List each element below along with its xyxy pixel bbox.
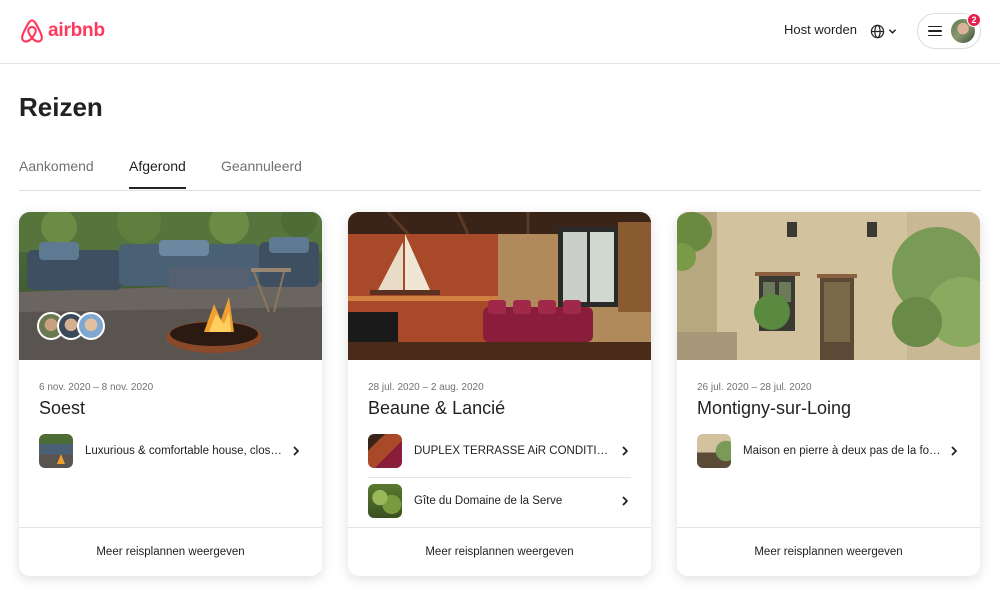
trip-dates: 6 nov. 2020 – 8 nov. 2020 — [39, 382, 154, 393]
listing-item[interactable]: Luxurious & comfortable house, close to … — [39, 434, 302, 468]
chevron-right-icon — [290, 446, 302, 456]
guest-avatars — [37, 312, 105, 340]
more-plans-button[interactable]: Meer reisplannen weergeven — [348, 527, 651, 576]
trip-card: 28 jul. 2020 – 2 aug. 2020 Beaune & Lanc… — [348, 212, 651, 576]
listing-item[interactable]: DUPLEX TERRASSE AiR CONDITIONE climatisé — [368, 434, 631, 468]
notification-badge: 2 — [967, 13, 981, 27]
listing-item[interactable]: Maison en pierre à deux pas de la forêt — [697, 434, 960, 468]
airbnb-logo-icon — [21, 19, 43, 43]
top-header: airbnb Host worden 2 — [0, 0, 1000, 64]
trip-city: Montigny-sur-Loing — [697, 398, 852, 418]
chevron-right-icon — [619, 496, 631, 506]
tab-cancelled[interactable]: Geannuleerd — [221, 158, 302, 188]
listing-thumbnail — [39, 434, 73, 468]
host-link[interactable]: Host worden — [784, 22, 857, 37]
trip-dates: 26 jul. 2020 – 28 jul. 2020 — [697, 382, 812, 393]
globe-icon — [870, 24, 885, 38]
tab-completed[interactable]: Afgerond — [129, 158, 186, 189]
user-menu-button[interactable]: 2 — [917, 13, 981, 49]
airbnb-logo[interactable]: airbnb — [19, 17, 105, 45]
listing-thumbnail — [368, 484, 402, 518]
tab-upcoming[interactable]: Aankomend — [19, 158, 94, 188]
trip-city: Beaune & Lancié — [368, 398, 506, 418]
listing-thumbnail — [368, 434, 402, 468]
more-plans-button[interactable]: Meer reisplannen weergeven — [19, 527, 322, 576]
listing-title: Maison en pierre à deux pas de la forêt — [743, 445, 942, 457]
listing-title: DUPLEX TERRASSE AiR CONDITIONE climatisé — [414, 445, 613, 457]
chevron-down-icon — [889, 28, 896, 34]
trip-image[interactable] — [348, 212, 651, 360]
trip-city: Soest — [39, 398, 86, 418]
more-plans-button[interactable]: Meer reisplannen weergeven — [677, 527, 980, 576]
logo-text: airbnb — [48, 20, 105, 41]
page-title: Reizen — [19, 92, 103, 122]
trip-image[interactable] — [677, 212, 980, 360]
chevron-right-icon — [948, 446, 960, 456]
chevron-right-icon — [619, 446, 631, 456]
listing-item[interactable]: Gîte du Domaine de la Serve — [368, 484, 631, 518]
hamburger-icon — [928, 25, 942, 37]
listing-title: Luxurious & comfortable house, close to … — [85, 445, 284, 457]
trip-tabs: Aankomend Afgerond Geannuleerd — [19, 150, 981, 191]
language-button[interactable] — [870, 20, 897, 42]
listing-title: Gîte du Domaine de la Serve — [414, 495, 563, 507]
trip-card: 26 jul. 2020 – 28 jul. 2020 Montigny-sur… — [677, 212, 980, 576]
trip-image[interactable] — [19, 212, 322, 360]
listing-thumbnail — [697, 434, 731, 468]
guest-avatar — [77, 312, 105, 340]
trip-dates: 28 jul. 2020 – 2 aug. 2020 — [368, 382, 484, 393]
trip-card: 6 nov. 2020 – 8 nov. 2020 Soest Luxuriou… — [19, 212, 322, 576]
listing-divider — [368, 477, 631, 478]
